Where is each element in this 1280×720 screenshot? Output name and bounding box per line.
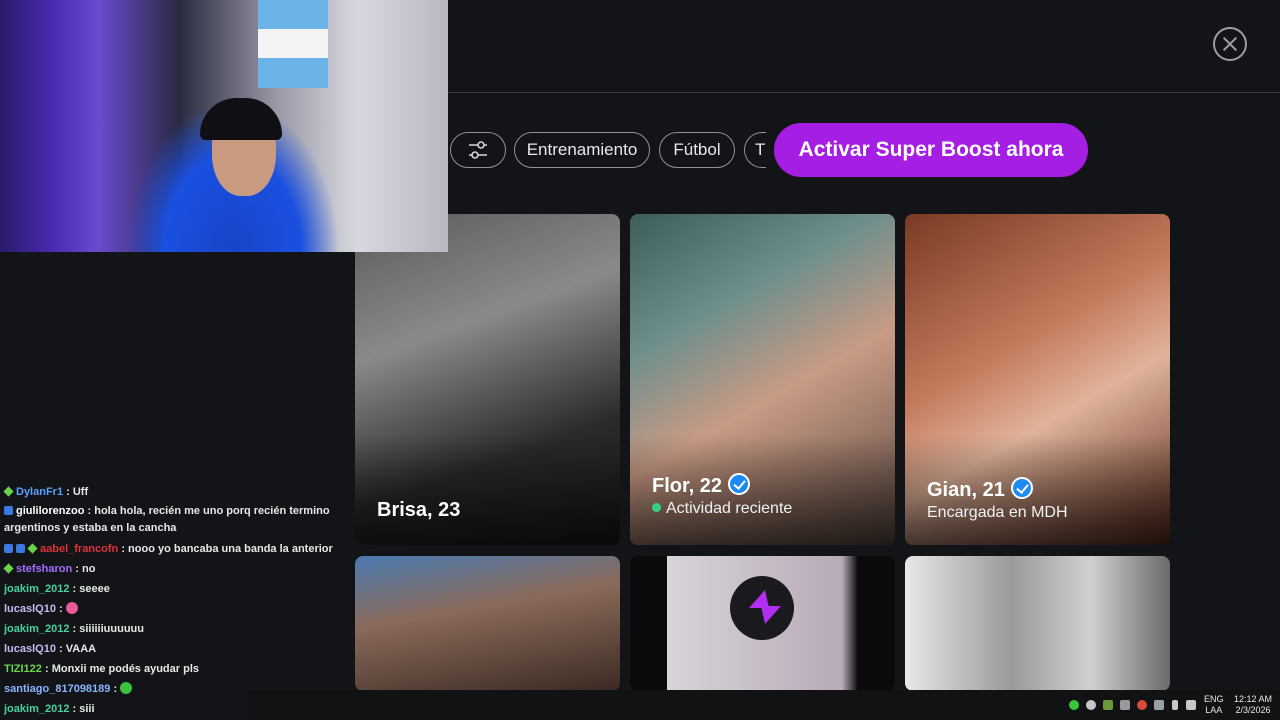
profile-card[interactable]: Flor, 22 Actividad reciente <box>630 214 895 545</box>
emote-icon <box>120 682 133 694</box>
filter-settings-button[interactable] <box>450 132 506 168</box>
sub-badge-icon <box>27 543 38 554</box>
chat-message: TIZI122 : Monxii me podés ayudar pls <box>4 663 200 675</box>
chat-message: DylanFr1 : Uff <box>0 482 340 502</box>
whatsapp-icon[interactable] <box>1069 700 1079 710</box>
emote-icon <box>65 602 78 614</box>
profile-name: Brisa, 23 <box>377 499 461 521</box>
sliders-icon <box>469 141 487 159</box>
chat-message: joakim_2012 : siiiiiiuuuuuu <box>4 623 144 635</box>
verified-badge-icon <box>728 473 751 495</box>
chat-message: lucaslQ10 : VAAA <box>4 643 97 655</box>
system-clock[interactable]: 12:12 AM 2/3/2026 <box>1234 694 1272 716</box>
app-icon[interactable] <box>1154 700 1164 710</box>
profile-job: Encargada en MDH <box>927 504 1068 521</box>
app-icon[interactable] <box>1103 700 1113 710</box>
profile-card[interactable] <box>630 556 895 691</box>
profile-card[interactable] <box>905 556 1170 691</box>
argentina-flag <box>258 0 328 88</box>
chat-message: lucaslQ10 : <box>0 599 340 619</box>
filter-chip-truncated[interactable]: T <box>744 132 766 168</box>
network-icon[interactable] <box>1086 700 1096 710</box>
webcam-overlay <box>0 0 448 252</box>
chat-message: aabel_francofn : nooo yo bancaba una ban… <box>0 539 340 559</box>
verified-badge-icon <box>1010 477 1033 499</box>
chrome-icon[interactable] <box>1137 700 1147 710</box>
chat-message: stefsharon : no <box>0 559 340 579</box>
profile-name: Gian, 21 <box>927 477 1033 502</box>
super-boost-button[interactable]: Activar Super Boost ahora <box>774 123 1088 177</box>
close-icon[interactable] <box>1213 27 1247 61</box>
app-icon[interactable] <box>1120 700 1130 710</box>
language-indicator[interactable]: ENG LAA <box>1204 694 1224 716</box>
top-bar <box>448 0 1280 93</box>
profile-status: Actividad reciente <box>652 500 792 518</box>
microphone-icon[interactable] <box>1172 700 1178 710</box>
badge-icon <box>16 544 25 553</box>
profile-card[interactable] <box>355 556 620 691</box>
filter-chip-futbol[interactable]: Fútbol <box>659 132 735 168</box>
badge-icon <box>4 544 13 553</box>
profile-card[interactable]: Gian, 21 Encargada en MDH <box>905 214 1170 545</box>
card-gradient <box>355 435 620 545</box>
filter-chip-entrenamiento[interactable]: Entrenamiento <box>514 132 650 168</box>
profile-name: Flor, 22 <box>652 473 751 498</box>
lightning-boost-icon <box>730 576 794 640</box>
chat-message: giulilorenzoo : hola hola, recién me uno… <box>4 505 330 534</box>
chat-message: joakim_2012 : seeee <box>4 583 110 595</box>
sub-badge-icon <box>3 563 14 574</box>
stream-chat: DylanFr1 : Uff giulilorenzoo : hola hola… <box>0 482 340 719</box>
keyboard-icon[interactable] <box>1186 700 1196 710</box>
online-dot-icon <box>652 503 661 512</box>
profile-card[interactable]: Brisa, 23 <box>355 214 620 545</box>
badge-icon <box>4 506 13 515</box>
sub-badge-icon <box>3 486 14 497</box>
